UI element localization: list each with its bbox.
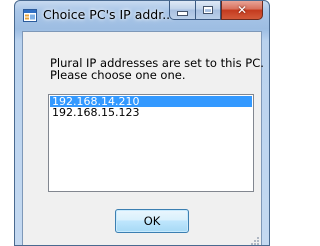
window-title: Choice PC's IP addr...: [43, 7, 175, 22]
close-icon: ✕: [236, 3, 248, 17]
minimize-icon: [177, 10, 188, 16]
app-window-icon: [23, 9, 37, 22]
instruction-message: Plural IP addresses are set to this PC. …: [50, 56, 264, 82]
ok-button[interactable]: OK: [115, 209, 189, 233]
minimize-button[interactable]: [169, 1, 195, 20]
ip-list-item[interactable]: 192.168.15.123: [50, 107, 252, 118]
title-bar[interactable]: Choice PC's IP addr... ✕: [15, 1, 269, 31]
resize-grip-icon[interactable]: [250, 236, 260, 246]
ip-address-listbox[interactable]: 192.168.14.210 192.168.15.123: [48, 94, 254, 192]
caption-buttons: ✕: [169, 1, 263, 21]
maximize-icon: [203, 6, 213, 14]
maximize-button[interactable]: [195, 1, 221, 20]
dialog-window: Choice PC's IP addr... ✕ Plural IP addre…: [14, 0, 270, 246]
close-button[interactable]: ✕: [221, 1, 263, 20]
dialog-client-area: Plural IP addresses are set to this PC. …: [22, 31, 264, 246]
